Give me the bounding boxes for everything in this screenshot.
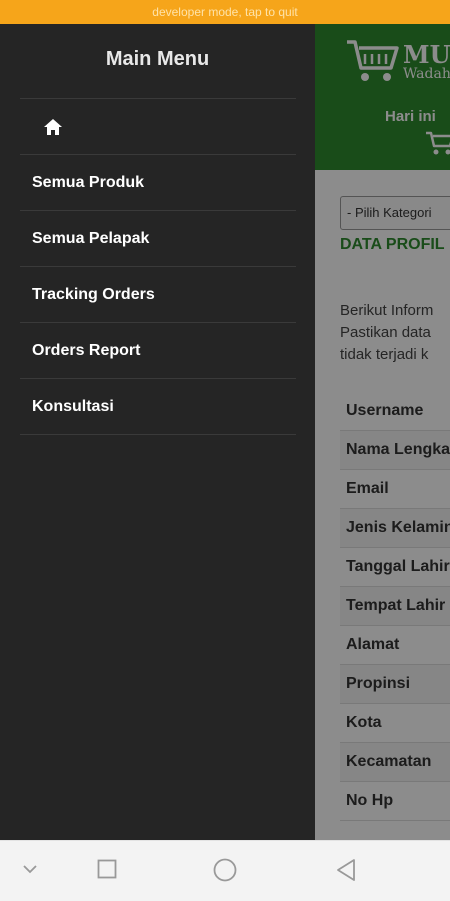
drawer-item-label: Semua Pelapak xyxy=(32,211,149,266)
drawer-item-label: Tracking Orders xyxy=(32,267,155,322)
drawer-item-orders-report[interactable]: Orders Report xyxy=(20,322,296,378)
drawer-title: Main Menu xyxy=(0,48,315,71)
drawer-item-konsultasi[interactable]: Konsultasi xyxy=(20,378,296,434)
drawer-item-home[interactable] xyxy=(20,98,296,154)
triangle-back-icon[interactable] xyxy=(336,858,356,882)
chevron-down-icon[interactable] xyxy=(22,863,38,875)
drawer-item-tracking-orders[interactable]: Tracking Orders xyxy=(20,266,296,322)
square-icon[interactable] xyxy=(97,859,117,879)
drawer-item-semua-produk[interactable]: Semua Produk xyxy=(20,154,296,210)
circle-icon[interactable] xyxy=(213,858,237,882)
drawer-item-label: Semua Produk xyxy=(32,155,144,210)
drawer-item-semua-pelapak[interactable]: Semua Pelapak xyxy=(20,210,296,266)
navigation-drawer: Main Menu Semua Produk Semua Pelapak Tra… xyxy=(0,24,315,840)
drawer-scrim[interactable] xyxy=(315,24,450,840)
home-icon xyxy=(44,119,62,135)
developer-mode-banner[interactable]: developer mode, tap to quit xyxy=(0,0,450,24)
drawer-item-label: Orders Report xyxy=(32,323,140,378)
system-nav-bar xyxy=(0,840,450,901)
drawer-divider xyxy=(20,434,296,436)
drawer-item-label: Konsultasi xyxy=(32,379,114,434)
